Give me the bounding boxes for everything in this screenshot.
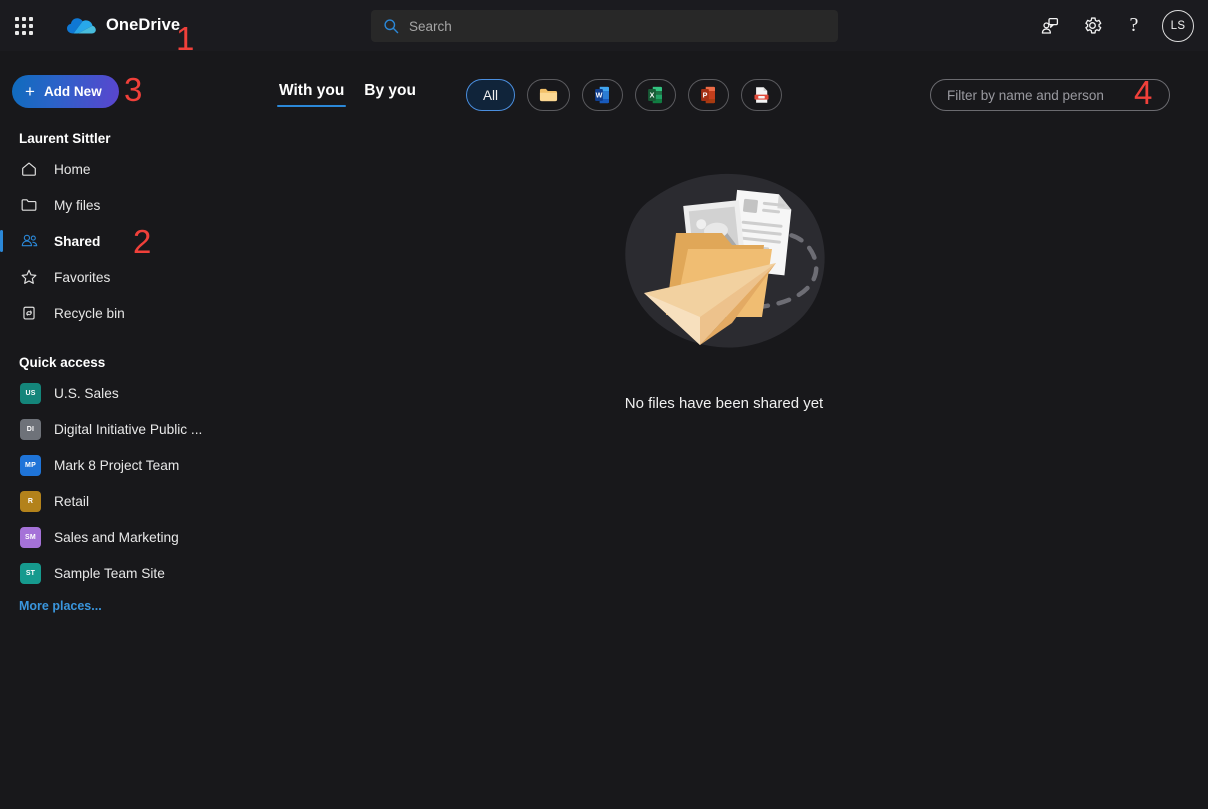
- chip-folders[interactable]: [527, 79, 571, 111]
- folder-icon: [19, 195, 39, 215]
- empty-state: No files have been shared yet: [240, 145, 1208, 412]
- quick-access-label: Sample Team Site: [54, 565, 165, 581]
- onedrive-app: OneDrive Search ? LS + Add New With you …: [0, 0, 1208, 809]
- sidebar-item-favorites[interactable]: Favorites: [0, 259, 240, 295]
- excel-icon: X: [648, 86, 662, 104]
- brand-title: OneDrive: [106, 16, 181, 34]
- word-icon: W: [595, 86, 609, 104]
- more-places-link[interactable]: More places...: [0, 599, 240, 613]
- main-content: No files have been shared yet: [240, 125, 1208, 809]
- site-initials: R: [27, 497, 34, 505]
- onedrive-cloud-icon: [67, 17, 96, 33]
- svg-text:X: X: [650, 90, 655, 99]
- tab-by-you[interactable]: By you: [362, 80, 418, 107]
- site-initials: DI: [26, 425, 35, 433]
- header-actions: ? LS: [1032, 0, 1200, 51]
- quick-access-item-sample-team-site[interactable]: ST Sample Team Site: [0, 555, 240, 591]
- chip-pdf[interactable]: [741, 79, 783, 111]
- site-initials: SM: [25, 533, 36, 541]
- quick-access-label: Mark 8 Project Team: [54, 457, 180, 473]
- search-icon: [384, 19, 399, 34]
- sidebar-item-home-label: Home: [54, 161, 91, 177]
- quick-access-label: Retail: [54, 493, 89, 509]
- feedback-icon: [1041, 17, 1059, 34]
- chip-powerpoint[interactable]: P: [688, 79, 730, 111]
- quick-access-label: U.S. Sales: [54, 385, 119, 401]
- add-new-label: Add New: [43, 84, 102, 99]
- sidebar-item-recycle-bin[interactable]: Recycle bin: [0, 295, 240, 331]
- add-new-button[interactable]: + Add New: [12, 75, 119, 108]
- tab-with-you[interactable]: With you: [277, 80, 347, 107]
- shared-files-empty-illustration: [625, 173, 825, 348]
- sidebar-item-favorites-label: Favorites: [54, 269, 111, 285]
- filter-input[interactable]: Filter by name and person: [947, 88, 1104, 103]
- site-tile: SM: [20, 526, 41, 548]
- pdf-icon: [754, 87, 769, 103]
- site-tile: US: [20, 382, 41, 404]
- sidebar-item-my-files[interactable]: My files: [0, 187, 240, 223]
- avatar[interactable]: LS: [1162, 9, 1194, 42]
- site-initials: MP: [25, 461, 36, 469]
- quick-access-item-sales-and-marketing[interactable]: SM Sales and Marketing: [0, 519, 240, 555]
- waffle-icon: [15, 16, 33, 35]
- avatar-initials: LS: [1170, 19, 1186, 32]
- search-box[interactable]: Search: [371, 10, 838, 42]
- people-icon: [19, 231, 39, 251]
- app-launcher-button[interactable]: [2, 4, 46, 48]
- sidebar-item-home[interactable]: Home: [0, 151, 240, 187]
- trash-icon: [19, 303, 39, 323]
- quick-access-label: Digital Initiative Public ...: [54, 421, 203, 437]
- gear-icon: [1084, 17, 1101, 34]
- quick-access-item-us-sales[interactable]: US U.S. Sales: [0, 375, 240, 411]
- site-tile: MP: [20, 454, 41, 476]
- quick-access-heading: Quick access: [19, 354, 106, 370]
- quick-access-item-mark-8-project-team[interactable]: MP Mark 8 Project Team: [0, 447, 240, 483]
- chip-all-label: All: [483, 87, 499, 103]
- sidebar-user-name: Laurent Sittler: [19, 130, 111, 146]
- help-button[interactable]: ?: [1116, 8, 1152, 44]
- sidebar-item-my-files-label: My files: [54, 197, 101, 213]
- quick-access-item-digital-initiative[interactable]: DI Digital Initiative Public ...: [0, 411, 240, 447]
- site-initials: ST: [25, 569, 36, 577]
- sidebar-item-shared-label: Shared: [54, 233, 101, 249]
- help-icon: ?: [1129, 14, 1139, 36]
- empty-state-message: No files have been shared yet: [624, 395, 824, 412]
- filter-input-box[interactable]: Filter by name and person: [930, 79, 1170, 111]
- star-icon: [19, 267, 39, 287]
- search-input[interactable]: Search: [409, 19, 452, 34]
- sidebar-item-recycle-bin-label: Recycle bin: [54, 305, 125, 321]
- folder-icon: [539, 88, 558, 102]
- site-tile: DI: [20, 418, 41, 440]
- home-icon: [19, 159, 39, 179]
- file-type-filter-chips: All W X P: [466, 79, 783, 111]
- sidebar: Laurent Sittler Home My files Shared Fav…: [0, 125, 240, 809]
- chip-word[interactable]: W: [582, 79, 624, 111]
- site-tile: ST: [20, 562, 41, 584]
- onedrive-brand[interactable]: OneDrive: [66, 16, 180, 36]
- svg-text:P: P: [703, 90, 708, 99]
- chip-all[interactable]: All: [466, 79, 516, 111]
- feedback-button[interactable]: [1032, 8, 1068, 44]
- plus-icon: +: [25, 81, 35, 101]
- chip-excel[interactable]: X: [635, 79, 677, 111]
- site-tile: R: [20, 490, 41, 512]
- app-header: OneDrive Search ? LS: [0, 0, 1208, 51]
- site-initials: US: [25, 389, 36, 397]
- annotation-3: 3: [124, 71, 143, 108]
- powerpoint-icon: P: [701, 86, 715, 104]
- svg-text:W: W: [596, 90, 603, 99]
- settings-button[interactable]: [1074, 8, 1110, 44]
- quick-access-label: Sales and Marketing: [54, 529, 179, 545]
- tab-with-you-label: With you: [279, 82, 345, 99]
- shared-tabs: With you By you: [277, 80, 418, 107]
- quick-access-item-retail[interactable]: R Retail: [0, 483, 240, 519]
- sidebar-item-shared[interactable]: Shared: [0, 223, 240, 259]
- tab-by-you-label: By you: [364, 82, 416, 99]
